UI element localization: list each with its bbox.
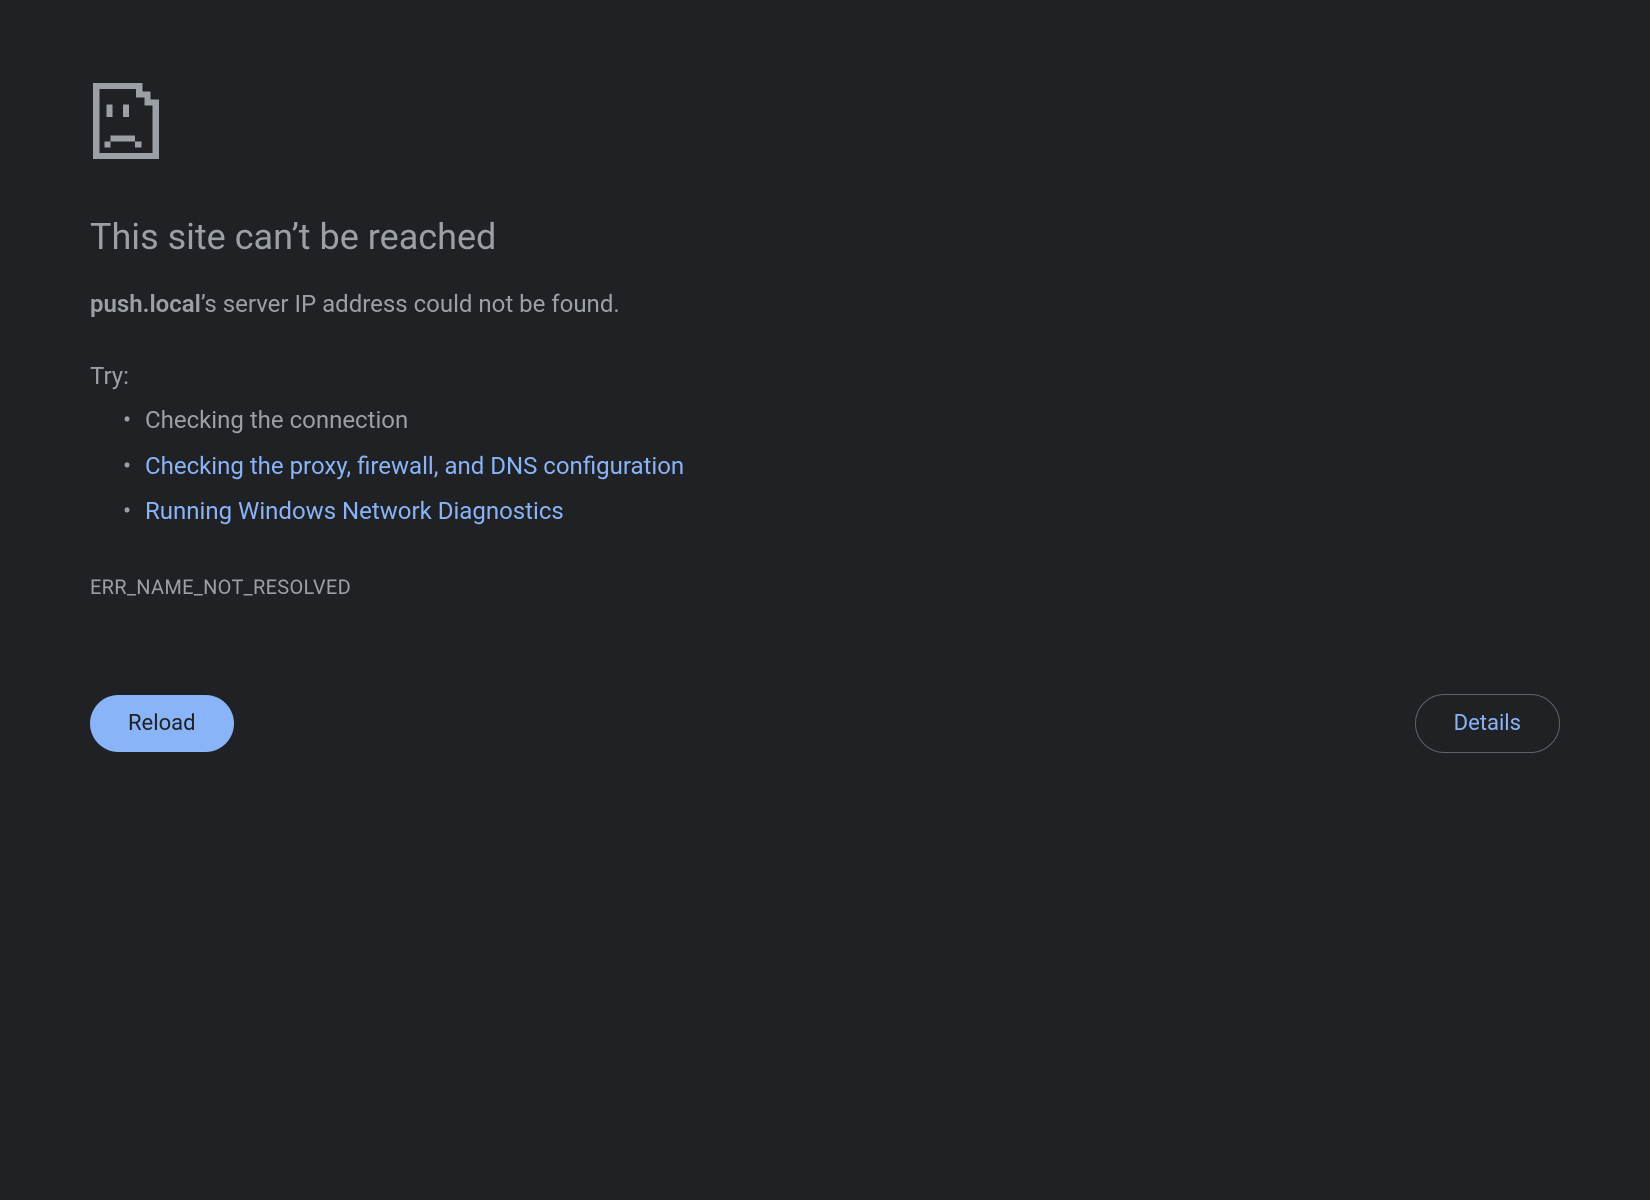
suggestion-link[interactable]: Checking the proxy, firewall, and DNS co…	[145, 452, 684, 480]
error-subtitle: push.local’s server IP address could not…	[90, 286, 1560, 322]
suggestions-list: Checking the connection Checking the pro…	[90, 398, 1560, 535]
subtitle-suffix: ’s server IP address could not be found.	[201, 290, 620, 318]
error-page-content: This site can’t be reached push.local’s …	[90, 80, 1560, 753]
suggestion-item: Running Windows Network Diagnostics	[145, 489, 1560, 535]
suggestion-link[interactable]: Running Windows Network Diagnostics	[145, 497, 564, 525]
details-button[interactable]: Details	[1415, 694, 1560, 753]
error-code: ERR_NAME_NOT_RESOLVED	[90, 575, 1560, 599]
suggestion-item: Checking the proxy, firewall, and DNS co…	[145, 444, 1560, 490]
suggestion-item: Checking the connection	[145, 398, 1560, 444]
suggestions-section: Try: Checking the connection Checking th…	[90, 362, 1560, 535]
button-row: Reload Details	[90, 694, 1560, 753]
page-title: This site can’t be reached	[90, 216, 1560, 258]
reload-button[interactable]: Reload	[90, 695, 234, 752]
sad-file-icon	[90, 80, 1560, 166]
suggestion-text: Checking the connection	[145, 406, 408, 434]
host-name: push.local	[90, 290, 201, 318]
try-label: Try:	[90, 362, 1560, 390]
